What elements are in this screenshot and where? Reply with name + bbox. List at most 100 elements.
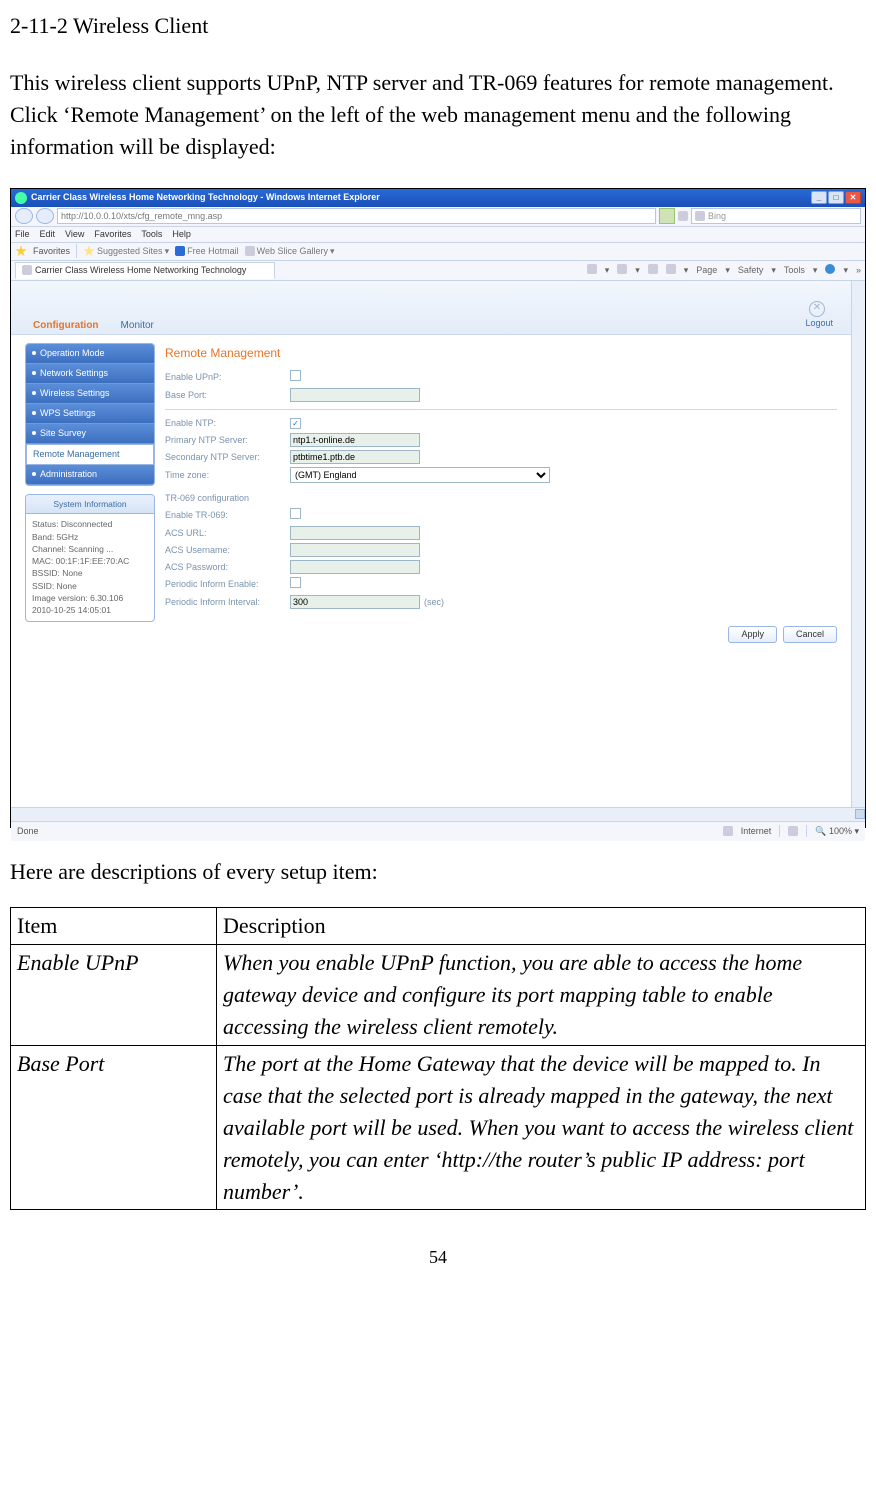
input-base-port[interactable] [290, 388, 420, 402]
address-bar-row: http://10.0.0.10/xts/cfg_remote_mng.asp … [11, 207, 865, 227]
view-menu[interactable]: View [65, 228, 84, 241]
sysinfo-ssid: SSID: None [32, 580, 148, 592]
page-icon [22, 265, 32, 275]
window-title: Carrier Class Wireless Home Networking T… [31, 191, 380, 204]
suggested-sites-link[interactable]: Suggested Sites ▾ [83, 245, 169, 258]
nav-forward-button[interactable] [36, 208, 54, 224]
go-refresh-button[interactable] [659, 208, 675, 224]
system-info-panel: System Information Status: Disconnected … [25, 494, 155, 622]
free-hotmail-link[interactable]: Free Hotmail [175, 245, 239, 258]
content-heading: Remote Management [165, 345, 837, 362]
nav-back-button[interactable] [15, 208, 33, 224]
favorites-star-icon[interactable] [15, 245, 27, 257]
help-icon[interactable] [825, 264, 835, 274]
input-primary-ntp[interactable] [290, 433, 420, 447]
cell-description: The port at the Home Gateway that the de… [217, 1046, 866, 1210]
edit-menu[interactable]: Edit [40, 228, 56, 241]
header-description: Description [217, 908, 866, 945]
favorites-menu[interactable]: Favorites [94, 228, 131, 241]
ie-logo-icon [15, 192, 27, 204]
zoom-label[interactable]: 🔍 100% ▾ [815, 825, 859, 838]
safety-dropdown[interactable]: Safety [738, 264, 764, 277]
label-secondary-ntp: Secondary NTP Server: [165, 451, 290, 464]
cell-item: Base Port [11, 1046, 217, 1210]
label-enable-ntp: Enable NTP: [165, 417, 290, 430]
checkbox-enable-tr069[interactable] [290, 508, 301, 519]
label-acs-url: ACS URL: [165, 527, 290, 540]
sidebar-item-operation-mode[interactable]: Operation Mode [26, 344, 154, 364]
sysinfo-bssid: BSSID: None [32, 567, 148, 579]
checkbox-enable-ntp[interactable] [290, 418, 301, 429]
label-base-port: Base Port: [165, 389, 290, 402]
search-input[interactable]: Bing [691, 208, 861, 224]
tab-bar: Carrier Class Wireless Home Networking T… [11, 261, 865, 281]
horizontal-scrollbar[interactable] [11, 807, 865, 821]
ie-title-bar: Carrier Class Wireless Home Networking T… [11, 189, 865, 207]
page-dropdown[interactable]: Page [696, 264, 717, 277]
search-placeholder: Bing [708, 210, 726, 223]
address-input[interactable]: http://10.0.0.10/xts/cfg_remote_mng.asp [57, 208, 656, 224]
checkbox-enable-upnp[interactable] [290, 370, 301, 381]
tools-menu[interactable]: Tools [141, 228, 162, 241]
maximize-button[interactable]: □ [828, 191, 844, 204]
file-menu[interactable]: File [15, 228, 30, 241]
stop-button[interactable] [678, 211, 688, 221]
ie-menu-bar: File Edit View Favorites Tools Help [11, 227, 865, 243]
label-enable-upnp: Enable UPnP: [165, 371, 290, 384]
select-timezone[interactable]: (GMT) England [290, 467, 550, 483]
label-periodic-inform-interval: Periodic Inform Interval: [165, 596, 290, 609]
help-menu[interactable]: Help [172, 228, 191, 241]
favorites-label: Favorites [33, 245, 70, 258]
label-periodic-inform-enable: Periodic Inform Enable: [165, 578, 290, 591]
sidebar-item-site-survey[interactable]: Site Survey [26, 424, 154, 444]
input-acs-url[interactable] [290, 526, 420, 540]
sysinfo-image: Image version: 6.30.106 [32, 592, 148, 604]
checkbox-periodic-inform[interactable] [290, 577, 301, 588]
header-item: Item [11, 908, 217, 945]
home-icon[interactable] [587, 264, 597, 274]
vertical-scrollbar[interactable] [851, 281, 865, 807]
side-nav: Operation Mode Network Settings Wireless… [25, 343, 155, 486]
sidebar-item-remote-management[interactable]: Remote Management [26, 444, 154, 465]
feeds-icon[interactable] [617, 264, 627, 274]
input-secondary-ntp[interactable] [290, 450, 420, 464]
tab-configuration[interactable]: Configuration [33, 319, 99, 334]
table-row: Base Port The port at the Home Gateway t… [11, 1046, 866, 1210]
hotmail-icon [175, 246, 185, 256]
star-icon [83, 245, 95, 257]
sidebar-item-network-settings[interactable]: Network Settings [26, 364, 154, 384]
close-button[interactable]: ✕ [845, 191, 861, 204]
sysinfo-mac: MAC: 00:1F:1F:EE:70:AC [32, 555, 148, 567]
minimize-button[interactable]: _ [811, 191, 827, 204]
page-banner: Configuration Monitor ✕ Logout [11, 281, 851, 335]
page-viewport: Configuration Monitor ✕ Logout Operation… [11, 281, 865, 807]
label-timezone: Time zone: [165, 469, 290, 482]
banner-close-icon[interactable]: ✕ [809, 301, 825, 317]
sysinfo-status: Status: Disconnected [32, 518, 148, 530]
sysinfo-channel: Channel: Scanning ... [32, 543, 148, 555]
logout-link[interactable]: Logout [805, 317, 833, 334]
protected-mode-icon [788, 826, 798, 836]
sidebar-item-wireless-settings[interactable]: Wireless Settings [26, 384, 154, 404]
active-tab[interactable]: Carrier Class Wireless Home Networking T… [15, 262, 275, 279]
apply-button[interactable]: Apply [728, 626, 777, 643]
status-done: Done [17, 825, 39, 838]
sidebar-item-wps-settings[interactable]: WPS Settings [26, 404, 154, 424]
input-periodic-inform-interval[interactable] [290, 595, 420, 609]
mail-icon[interactable] [648, 264, 658, 274]
input-acs-password[interactable] [290, 560, 420, 574]
web-slice-link[interactable]: Web Slice Gallery ▾ [245, 245, 335, 258]
cancel-button[interactable]: Cancel [783, 626, 837, 643]
description-table: Item Description Enable UPnP When you en… [10, 907, 866, 1210]
table-header-row: Item Description [11, 908, 866, 945]
cell-item: Enable UPnP [11, 945, 217, 1046]
section-heading: 2-11-2 Wireless Client [10, 10, 866, 42]
tools-dropdown[interactable]: Tools [784, 264, 805, 277]
chevron-icon[interactable]: » [856, 264, 861, 277]
sysinfo-datetime: 2010-10-25 14:05:01 [32, 604, 148, 616]
input-acs-username[interactable] [290, 543, 420, 557]
print-icon[interactable] [666, 264, 676, 274]
tab-monitor[interactable]: Monitor [121, 319, 154, 334]
bing-icon [695, 211, 705, 221]
sidebar-item-administration[interactable]: Administration [26, 465, 154, 485]
